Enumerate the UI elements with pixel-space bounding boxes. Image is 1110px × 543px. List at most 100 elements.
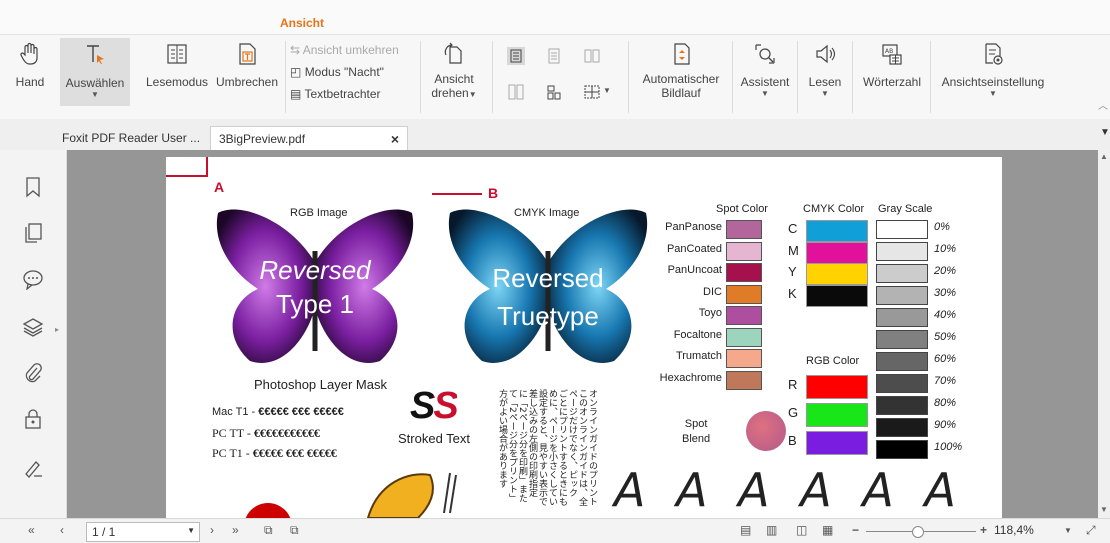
reverse-view-icon: ⇆ xyxy=(290,43,301,57)
navigation-panel: ▸ xyxy=(0,150,67,518)
continuous-button[interactable] xyxy=(545,47,563,65)
continuous-facing-button[interactable] xyxy=(507,83,525,101)
ribbon-tab-bar: Ansicht xyxy=(0,0,1110,37)
word-count-icon: AB xyxy=(882,44,902,65)
rotate-view-button[interactable]: Ansicht drehen▼ xyxy=(426,41,482,102)
pc-t1-row: PC T1 - €€€€€ €€€ €€€€€ xyxy=(212,446,337,461)
vertical-scrollbar[interactable]: ▲ ▼ xyxy=(1098,150,1110,518)
text-select-icon xyxy=(87,45,104,64)
autoscroll-button[interactable]: Automatischer Bildlauf xyxy=(634,41,728,100)
cmyk-color-header: CMYK Color xyxy=(803,203,865,215)
photoshop-layer-mask-caption: Photoshop Layer Mask xyxy=(254,377,387,392)
ribbon-toolbar: Hand Auswählen ▼ Lesemodus Umbrechen ⇆ A… xyxy=(0,34,1110,120)
security-lock-icon[interactable] xyxy=(22,408,44,430)
tab-3bigpreview[interactable]: 3BigPreview.pdf × xyxy=(210,126,408,151)
layers-icon[interactable] xyxy=(22,316,44,338)
hand-icon xyxy=(20,42,38,65)
gray-scale-percent: 100% xyxy=(934,441,963,453)
spot-blend-line1: Spot xyxy=(684,418,708,430)
spot-color-swatch xyxy=(726,370,762,390)
gray-scale-swatch xyxy=(876,374,928,393)
gray-scale-swatch xyxy=(876,220,928,239)
first-page-icon[interactable]: « xyxy=(28,523,35,537)
tab-user-guide[interactable]: Foxit PDF Reader User ... xyxy=(54,126,208,150)
view-settings-label: Ansichtseinstellung xyxy=(941,75,1045,89)
close-icon[interactable]: × xyxy=(391,127,399,151)
facing-button[interactable] xyxy=(583,47,601,65)
gray-scale-header: Gray Scale xyxy=(878,203,933,215)
gray-scale-percent: 30% xyxy=(934,287,957,299)
japanese-text-column: 設定すると、見やすい表示で xyxy=(537,389,547,506)
continuous-mode-icon[interactable]: ▥ xyxy=(766,523,777,537)
read-aloud-button[interactable]: Lesen ▼ xyxy=(803,41,847,98)
reflow-icon xyxy=(239,43,256,65)
signature-icon[interactable] xyxy=(22,456,44,478)
page-number-value: 1 / 1 xyxy=(92,525,116,539)
crop-mark-a-h xyxy=(166,175,206,177)
continuous-view-icon[interactable]: ⧉ xyxy=(290,523,299,538)
next-page-icon[interactable]: › xyxy=(210,523,214,537)
blue-butterfly-image: Reversed Truetype xyxy=(448,209,648,363)
japanese-text-column: に「2ページ分を印刷」また xyxy=(517,389,527,503)
spot-color-label: Toyo xyxy=(698,307,722,319)
bookmark-icon[interactable] xyxy=(22,176,44,198)
gray-scale-swatch xyxy=(876,286,928,305)
cmyk-channel-label: M xyxy=(788,242,799,258)
pages-icon[interactable] xyxy=(22,222,44,244)
single-page-button[interactable] xyxy=(507,47,525,65)
text-viewer-button[interactable]: ▤ Textbetrachter xyxy=(290,87,381,101)
select-tool-button[interactable]: Auswählen ▼ xyxy=(60,38,130,106)
night-mode-button[interactable]: ◰ Modus "Nacht" xyxy=(290,65,384,79)
panel-expand-icon[interactable]: ▸ xyxy=(55,325,59,334)
fullscreen-icon[interactable]: ⤢ xyxy=(1086,523,1096,538)
split-view-button[interactable]: ▼ xyxy=(583,83,613,101)
page-number-input[interactable]: 1 / 1 ▼ xyxy=(86,522,200,542)
chevron-down-icon[interactable]: ▼ xyxy=(187,526,195,535)
single-page-mode-icon[interactable]: ▤ xyxy=(740,523,751,537)
word-count-button[interactable]: AB Wörterzahl xyxy=(858,41,926,89)
yellow-butterfly-image xyxy=(366,472,457,518)
cover-page-button[interactable] xyxy=(545,83,563,101)
scroll-down-icon[interactable]: ▼ xyxy=(1100,505,1108,514)
zoom-out-icon[interactable]: − xyxy=(852,523,859,537)
japanese-text-column: ごとにプリントするときにも xyxy=(557,389,567,506)
euro-glyphs: €€€€€ €€€ €€€€€ xyxy=(252,446,337,460)
tab-menu-icon[interactable]: ▼ xyxy=(1100,127,1110,138)
spot-color-swatch xyxy=(726,263,762,282)
spot-color-swatch xyxy=(726,327,762,347)
zoom-slider-thumb[interactable] xyxy=(912,526,924,538)
zoom-value[interactable]: 118,4% xyxy=(994,523,1034,537)
single-page-view-icon[interactable]: ⧉ xyxy=(264,523,273,538)
view-settings-button[interactable]: Ansichtseinstellung ▼ xyxy=(936,41,1050,98)
night-mode-icon: ◰ xyxy=(290,65,302,79)
spot-color-label: Hexachrome xyxy=(659,371,722,384)
last-page-icon[interactable]: » xyxy=(232,523,239,537)
zoom-dropdown-icon[interactable]: ▼ xyxy=(1064,526,1072,535)
hand-tool-button[interactable]: Hand xyxy=(6,41,54,89)
continuous-facing-mode-icon[interactable]: ▦ xyxy=(822,523,833,537)
cmyk-color-swatch xyxy=(806,220,868,242)
read-mode-button[interactable]: Lesemodus xyxy=(142,41,212,89)
rgb-color-swatch xyxy=(806,403,868,427)
assistant-button[interactable]: Assistent ▼ xyxy=(736,41,794,98)
prev-page-icon[interactable]: ‹ xyxy=(60,523,64,537)
assistant-label: Assistent xyxy=(740,75,790,89)
rgb-channel-label: G xyxy=(788,405,799,420)
spot-color-header: Spot Color xyxy=(716,203,768,215)
attachment-icon[interactable] xyxy=(22,362,44,384)
gray-scale-swatch xyxy=(876,308,928,327)
zoom-in-icon[interactable]: + xyxy=(980,523,987,537)
gray-scale-swatch xyxy=(876,440,928,459)
pdf-page: A B RGB Image Reversed Type 1 Photoshop … xyxy=(166,157,1002,533)
comments-icon[interactable] xyxy=(22,268,44,290)
reflow-label: Umbrechen xyxy=(215,75,279,89)
mac-t1-label: Mac T1 - xyxy=(212,406,259,418)
reflow-button[interactable]: Umbrechen xyxy=(212,41,282,89)
reversed-truetype-line2: Truetype xyxy=(497,301,599,331)
facing-mode-icon[interactable]: ◫ xyxy=(796,523,807,537)
assistant-icon xyxy=(755,44,775,64)
collapse-ribbon-icon[interactable]: ︿ xyxy=(1098,97,1108,112)
tab-label: Foxit PDF Reader User ... xyxy=(62,131,201,145)
reverse-view-button[interactable]: ⇆ Ansicht umkehren xyxy=(290,43,399,57)
scroll-up-icon[interactable]: ▲ xyxy=(1100,152,1108,161)
